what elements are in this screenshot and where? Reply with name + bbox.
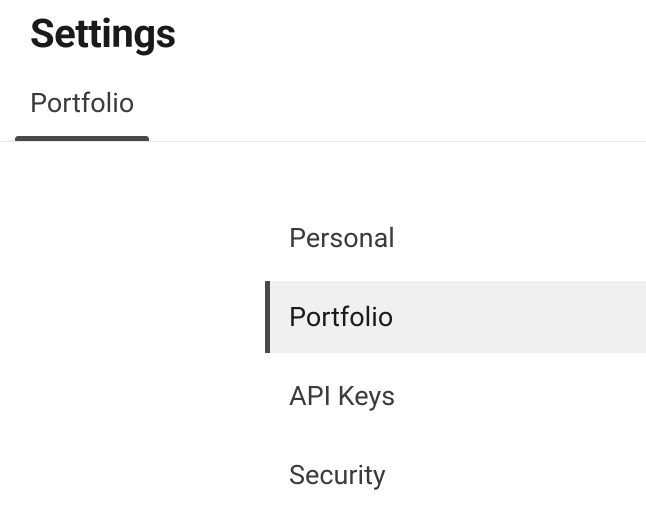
sidebar-item-security[interactable]: Security — [265, 439, 646, 511]
sidebar-item-label: API Keys — [289, 380, 395, 412]
tab-portfolio[interactable]: Portfolio — [30, 87, 134, 141]
sidebar-item-label: Personal — [289, 222, 395, 254]
sidebar-item-label: Security — [289, 459, 386, 491]
sidebar-item-personal[interactable]: Personal — [265, 202, 646, 274]
tab-label: Portfolio — [30, 87, 134, 119]
tab-bar: Portfolio — [0, 57, 646, 142]
sidebar-item-label: Portfolio — [289, 301, 393, 333]
sidebar: Personal Portfolio API Keys Security — [0, 142, 646, 511]
page-title: Settings — [30, 10, 616, 57]
header: Settings — [0, 0, 646, 57]
sidebar-item-api-keys[interactable]: API Keys — [265, 360, 646, 432]
sidebar-item-portfolio[interactable]: Portfolio — [265, 281, 646, 353]
tab-underline — [15, 136, 149, 141]
